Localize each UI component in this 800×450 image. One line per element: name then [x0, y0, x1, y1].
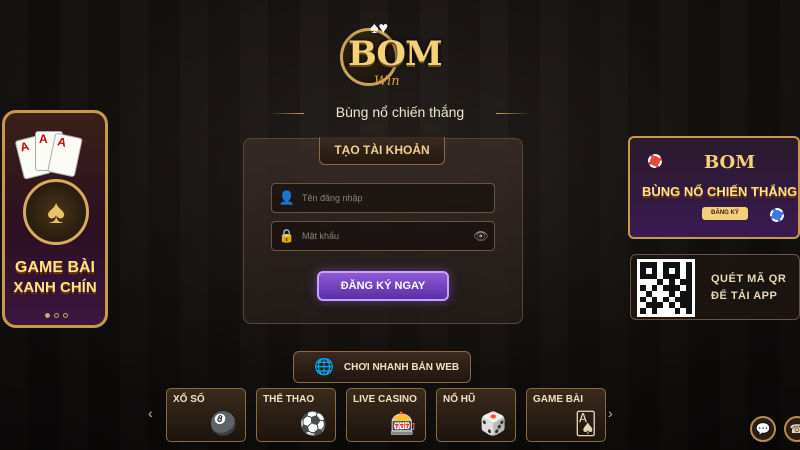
promo-title-line1: GAME BÀI	[15, 259, 95, 276]
carousel-dot[interactable]	[63, 313, 68, 318]
username-field[interactable]: 👤	[271, 183, 495, 213]
register-panel: TẠO TÀI KHOẢN 👤 🔒 👁 ĐĂNG KÝ NGAY	[243, 137, 523, 324]
qr-code-icon	[637, 259, 695, 317]
username-input[interactable]	[302, 193, 494, 203]
category-label: GAME BÀI	[533, 394, 583, 405]
eye-icon[interactable]: 👁	[468, 229, 494, 243]
dice-icon: 🎲	[479, 411, 507, 436]
user-icon: 👤	[278, 190, 296, 205]
qr-text-line2: ĐỂ TẢI APP	[711, 290, 778, 302]
qr-download[interactable]: QUÉT MÃ QR ĐỂ TẢI APP	[630, 254, 800, 320]
next-arrow-icon[interactable]: ›	[608, 405, 613, 421]
football-icon: ⚽	[299, 411, 327, 436]
promo-headline: BÙNG NỔ CHIẾN THẮNG	[642, 184, 798, 199]
qr-pattern	[640, 262, 692, 314]
logo-subtext: Win	[374, 74, 400, 89]
promo-banner-left[interactable]: A A A ♠ GAME BÀI XANH CHÍN	[2, 110, 108, 328]
category-label: NỔ HŨ	[443, 394, 476, 405]
carousel-dot[interactable]	[54, 313, 59, 318]
playing-cards-icon: A A A	[14, 131, 83, 181]
cards-icon: 🂡	[574, 411, 597, 436]
category-lottery[interactable]: XỔ SỐ 🎱	[166, 388, 246, 442]
category-live-casino[interactable]: LIVE CASINO 🎰	[346, 388, 426, 442]
register-button[interactable]: ĐĂNG KÝ NGAY	[317, 271, 449, 301]
category-label: LIVE CASINO	[353, 394, 417, 405]
lock-icon: 🔒	[278, 228, 296, 243]
roulette-icon: 🎰	[389, 411, 417, 436]
chat-icon[interactable]: 💬	[750, 416, 776, 442]
promo-logo: BOM	[704, 152, 756, 173]
password-field[interactable]: 🔒 👁	[271, 221, 495, 251]
qr-text-line1: QUÉT MÃ QR	[711, 273, 787, 285]
category-slots[interactable]: NỔ HŨ 🎲	[436, 388, 516, 442]
register-tab[interactable]: TẠO TÀI KHOẢN	[319, 137, 445, 165]
promo-banner-right[interactable]: BOM BÙNG NỔ CHIẾN THẮNG ĐĂNG KÝ	[628, 136, 800, 239]
web-play-button[interactable]: 🌐 CHƠI NHANH BẢN WEB	[293, 351, 471, 383]
category-label: XỔ SỐ	[173, 394, 205, 405]
carousel-dots	[45, 313, 68, 318]
globe-icon: 🌐	[314, 359, 334, 376]
password-input[interactable]	[302, 231, 468, 241]
category-card-games[interactable]: GAME BÀI 🂡	[526, 388, 606, 442]
category-sports[interactable]: THỂ THAO ⚽	[256, 388, 336, 442]
carousel-dot[interactable]	[45, 313, 50, 318]
casino-chip-icon	[648, 154, 662, 168]
tagline: Bùng nổ chiến thắng	[270, 104, 530, 120]
web-play-label: CHƠI NHANH BẢN WEB	[343, 361, 460, 373]
promo-title-line2: XANH CHÍN	[13, 279, 97, 296]
category-label: THỂ THAO	[263, 394, 315, 405]
lottery-balls-icon: 🎱	[209, 411, 237, 436]
logo-text: BOM	[348, 34, 443, 74]
spade-icon: ♠	[23, 179, 89, 245]
prev-arrow-icon[interactable]: ‹	[148, 405, 153, 421]
casino-chip-icon	[770, 208, 784, 222]
promo-register-button[interactable]: ĐĂNG KÝ	[702, 207, 748, 220]
brand-logo: ♠♥ BOM Win	[336, 20, 466, 90]
game-category-row: XỔ SỐ 🎱 THỂ THAO ⚽ LIVE CASINO 🎰 NỔ HŨ 🎲…	[166, 388, 606, 442]
